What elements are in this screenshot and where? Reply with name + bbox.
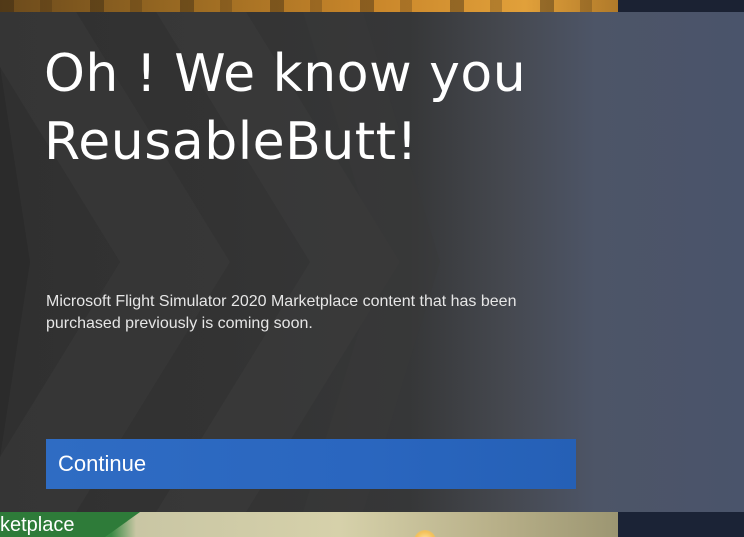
background-page-sidebar-bottom <box>618 512 744 537</box>
card-image-sun <box>414 530 436 537</box>
notice-dialog: Oh ! We know you ReusableButt! Microsoft… <box>0 12 744 512</box>
background-card-label: ketplace <box>0 514 75 536</box>
background-page-sidebar-top <box>618 0 744 12</box>
background-page-image-top <box>0 0 618 12</box>
continue-button[interactable]: Continue <box>46 439 576 489</box>
dialog-message: Microsoft Flight Simulator 2020 Marketpl… <box>46 293 517 332</box>
dialog-title: Oh ! We know you ReusableButt! <box>44 44 527 172</box>
background-marketplace-card[interactable] <box>0 512 618 537</box>
